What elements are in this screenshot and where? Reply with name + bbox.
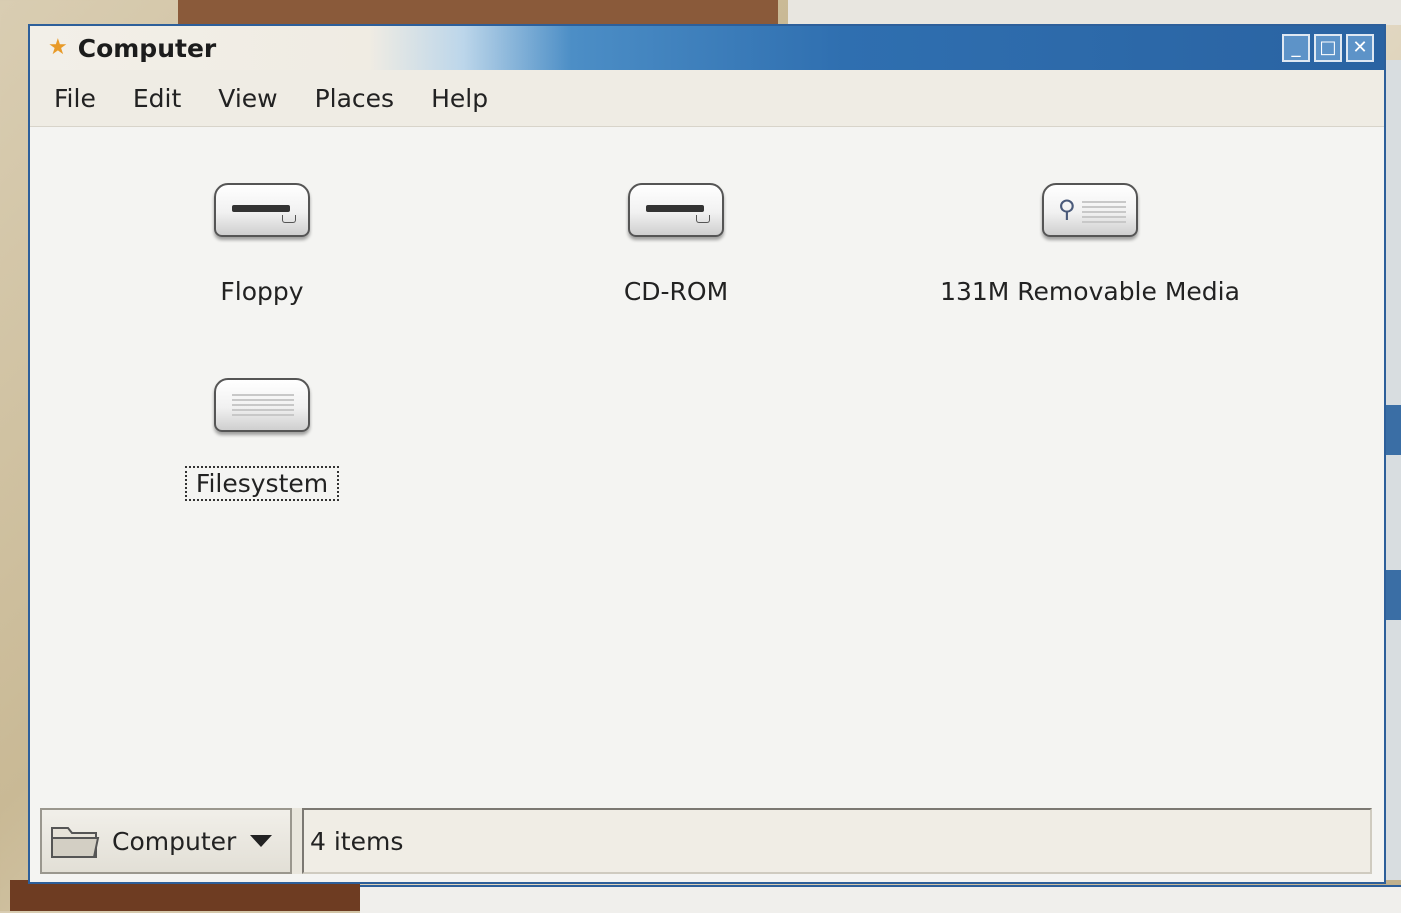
icon-filesystem[interactable]: Filesystem: [162, 378, 362, 501]
background-window: [10, 880, 360, 911]
chevron-down-icon: [250, 835, 273, 847]
menu-bar: File Edit View Places Help: [30, 70, 1384, 127]
window-controls: _ □ ✕: [1282, 34, 1374, 62]
maximize-button[interactable]: □: [1314, 34, 1342, 62]
icon-removable-media[interactable]: ⚲ 131M Removable Media: [920, 183, 1260, 306]
minimize-button[interactable]: _: [1282, 34, 1310, 62]
title-bar[interactable]: ★ Computer _ □ ✕: [30, 26, 1384, 70]
star-icon: ★: [48, 35, 68, 60]
menu-edit[interactable]: Edit: [133, 84, 181, 113]
hard-drive-icon: [214, 378, 310, 432]
close-button[interactable]: ✕: [1346, 34, 1374, 62]
background-window: [1385, 60, 1401, 880]
icon-floppy[interactable]: Floppy: [162, 183, 362, 306]
usb-drive-icon: ⚲: [1042, 183, 1138, 237]
icon-label: Floppy: [220, 277, 304, 306]
cdrom-drive-icon: [628, 183, 724, 237]
menu-view[interactable]: View: [218, 84, 277, 113]
location-label: Computer: [112, 826, 237, 856]
icon-label: Filesystem: [195, 469, 329, 498]
icon-label: 131M Removable Media: [940, 277, 1240, 306]
floppy-drive-icon: [214, 183, 310, 237]
background-panel: [1385, 405, 1401, 455]
menu-help[interactable]: Help: [431, 84, 488, 113]
folder-icon: [51, 827, 100, 858]
icon-label-focused: Filesystem: [184, 466, 340, 501]
icon-label: CD-ROM: [623, 277, 729, 306]
menu-places[interactable]: Places: [315, 84, 395, 113]
background-window: [360, 885, 1401, 913]
usb-icon: ⚲: [1058, 195, 1076, 223]
location-dropdown[interactable]: Computer: [40, 808, 292, 874]
background-panel: [1385, 570, 1401, 620]
menu-file[interactable]: File: [54, 84, 96, 113]
status-text: 4 items: [302, 808, 1372, 874]
status-bar: Computer 4 items: [40, 808, 1372, 874]
computer-window: ★ Computer _ □ ✕ File Edit View Places H…: [28, 24, 1386, 884]
icon-view: Floppy CD-ROM ⚲ 131M Removable Media Fil…: [40, 127, 1372, 810]
background-window: [788, 0, 1401, 25]
window-title: Computer: [77, 33, 217, 63]
icon-cdrom[interactable]: CD-ROM: [576, 183, 776, 306]
